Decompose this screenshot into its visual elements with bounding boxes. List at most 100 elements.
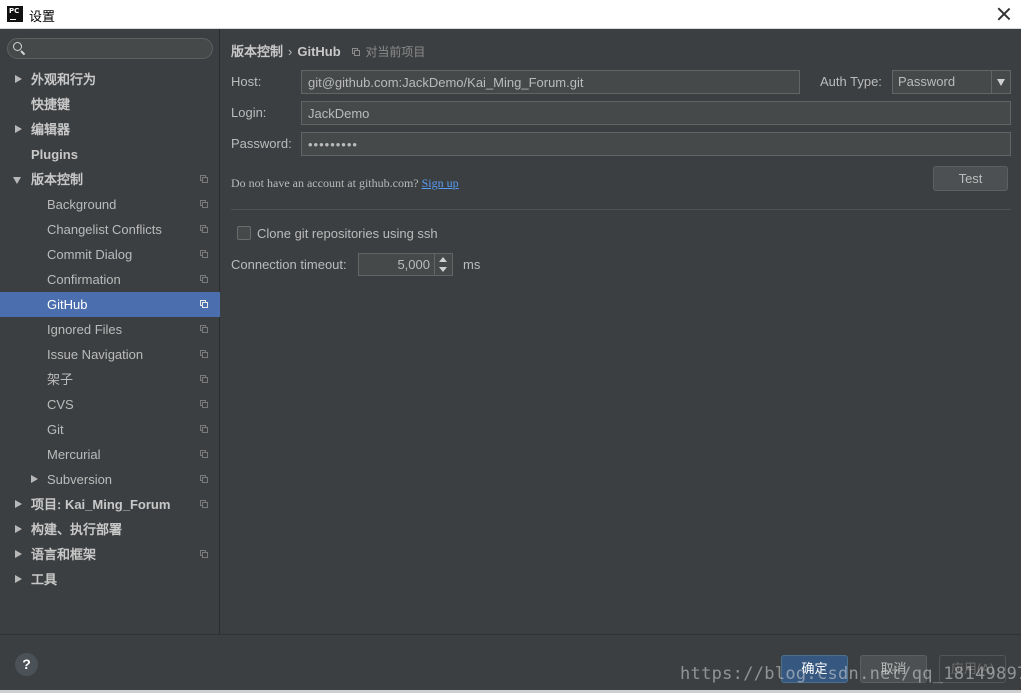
connection-timeout-value[interactable]: 5,000 bbox=[397, 254, 430, 275]
sidebar-item-label: Ignored Files bbox=[47, 322, 123, 337]
timeout-unit-label: ms bbox=[463, 257, 481, 272]
sidebar-item-label: Git bbox=[47, 422, 64, 437]
sidebar-item-label: 外观和行为 bbox=[31, 72, 97, 87]
collapse-arrow-icon[interactable] bbox=[13, 492, 23, 517]
project-scope-icon bbox=[352, 48, 361, 57]
project-scope-icon bbox=[200, 500, 209, 509]
sidebar-item-label: GitHub bbox=[47, 297, 88, 312]
increment-arrow-icon[interactable] bbox=[435, 254, 452, 264]
no-account-text: Do not have an account at github.com? bbox=[231, 176, 419, 190]
test-button[interactable]: Test bbox=[933, 166, 1008, 191]
project-scope-icon bbox=[200, 350, 209, 359]
sidebar-item-label: Mercurial bbox=[47, 447, 101, 462]
settings-tree: 外观和行为快捷键编辑器 Plugins 版本控制 Background Changeli… bbox=[0, 67, 220, 592]
sidebar-item-label: Issue Navigation bbox=[47, 347, 144, 362]
search-box bbox=[7, 38, 213, 59]
sidebar-item[interactable]: 编辑器 bbox=[0, 117, 220, 142]
sidebar-item[interactable]: Commit Dialog bbox=[0, 242, 220, 267]
sidebar-item-label: 版本控制 bbox=[31, 172, 84, 187]
breadcrumb: 版本控制 › GitHub 对当前项目 bbox=[231, 41, 425, 60]
breadcrumb-parent[interactable]: 版本控制 bbox=[231, 44, 283, 59]
project-scope-icon bbox=[200, 375, 209, 384]
collapse-arrow-icon[interactable] bbox=[13, 567, 23, 592]
password-input[interactable] bbox=[301, 132, 1011, 156]
sidebar-item-label: 语言和框架 bbox=[31, 547, 97, 562]
title-bar: PC 设置 bbox=[0, 0, 1021, 29]
password-label: Password: bbox=[231, 136, 292, 151]
chevron-down-icon[interactable] bbox=[991, 71, 1010, 93]
project-scope-icon bbox=[200, 400, 209, 409]
collapse-arrow-icon[interactable] bbox=[13, 67, 23, 92]
sidebar-item[interactable]: Background bbox=[0, 192, 220, 217]
connection-timeout-label: Connection timeout: bbox=[231, 257, 347, 272]
sidebar-item[interactable]: Confirmation bbox=[0, 267, 220, 292]
spinner-buttons bbox=[434, 254, 452, 275]
sidebar-item[interactable]: 工具 bbox=[0, 567, 220, 592]
host-input[interactable] bbox=[301, 70, 800, 94]
help-button[interactable]: ? bbox=[15, 653, 38, 676]
login-input[interactable] bbox=[301, 101, 1011, 125]
search-input[interactable] bbox=[32, 41, 208, 57]
settings-sidebar: 外观和行为快捷键编辑器 Plugins 版本控制 Background Changeli… bbox=[0, 29, 220, 634]
project-scope-icon bbox=[200, 475, 209, 484]
sidebar-item[interactable]: 项目: Kai_Ming_Forum bbox=[0, 492, 220, 517]
no-account-hint: Do not have an account at github.com? Si… bbox=[231, 176, 459, 191]
connection-timeout-spinner[interactable]: 5,000 bbox=[358, 253, 453, 276]
clone-ssh-label[interactable]: Clone git repositories using ssh bbox=[257, 226, 438, 241]
sidebar-item[interactable]: 架子 bbox=[0, 367, 220, 392]
auth-type-label: Auth Type: bbox=[820, 74, 882, 89]
project-scope-icon bbox=[200, 325, 209, 334]
pycharm-logo-icon: PC bbox=[7, 6, 23, 22]
host-label: Host: bbox=[231, 74, 262, 89]
sidebar-item-label: CVS bbox=[47, 397, 74, 412]
sidebar-item[interactable]: 版本控制 bbox=[0, 167, 220, 192]
sidebar-item[interactable]: Git bbox=[0, 417, 220, 442]
separator bbox=[231, 209, 1011, 210]
window-title: 设置 bbox=[29, 9, 56, 24]
collapse-arrow-icon[interactable] bbox=[29, 467, 39, 492]
project-scope-icon bbox=[200, 250, 209, 259]
project-scope-icon bbox=[200, 300, 209, 309]
project-scope-icon bbox=[200, 175, 209, 184]
project-scope-icon bbox=[200, 450, 209, 459]
sidebar-item[interactable]: Mercurial bbox=[0, 442, 220, 467]
search-icon bbox=[13, 42, 27, 56]
expand-arrow-icon[interactable] bbox=[13, 167, 23, 192]
decrement-arrow-icon[interactable] bbox=[435, 265, 452, 275]
login-label: Login: bbox=[231, 105, 267, 120]
sidebar-item[interactable]: 外观和行为 bbox=[0, 67, 220, 92]
sidebar-item[interactable]: Ignored Files bbox=[0, 317, 220, 342]
sidebar-item-label: 构建、执行部署 bbox=[31, 522, 123, 537]
sidebar-item-label: Confirmation bbox=[47, 272, 121, 287]
breadcrumb-current: GitHub bbox=[297, 44, 341, 59]
project-scope-icon bbox=[200, 200, 209, 209]
clone-ssh-checkbox[interactable] bbox=[237, 226, 251, 240]
project-scope-icon bbox=[200, 275, 209, 284]
sidebar-item-label: Commit Dialog bbox=[47, 247, 133, 262]
sidebar-item[interactable]: Plugins bbox=[0, 142, 220, 167]
sidebar-item-label: 编辑器 bbox=[31, 122, 71, 137]
auth-type-value: Password bbox=[898, 74, 956, 89]
sidebar-item-label: Background bbox=[47, 197, 117, 212]
project-scope-icon bbox=[200, 425, 209, 434]
collapse-arrow-icon[interactable] bbox=[13, 117, 23, 142]
sidebar-item[interactable]: 构建、执行部署 bbox=[0, 517, 220, 542]
sidebar-item-label: Subversion bbox=[47, 472, 113, 487]
watermark: https://blog.csdn.net/qq_18149897 bbox=[680, 664, 1021, 684]
collapse-arrow-icon[interactable] bbox=[13, 517, 23, 542]
sidebar-item[interactable]: Issue Navigation bbox=[0, 342, 220, 367]
auth-type-select[interactable]: Password bbox=[892, 70, 1011, 94]
sign-up-link[interactable]: Sign up bbox=[422, 176, 459, 190]
collapse-arrow-icon[interactable] bbox=[13, 542, 23, 567]
sidebar-item[interactable]: 语言和框架 bbox=[0, 542, 220, 567]
sidebar-item[interactable]: Subversion bbox=[0, 467, 220, 492]
sidebar-item[interactable]: 快捷键 bbox=[0, 92, 220, 117]
close-icon[interactable] bbox=[995, 5, 1013, 23]
sidebar-item[interactable]: CVS bbox=[0, 392, 220, 417]
github-settings-panel: 版本控制 › GitHub 对当前项目 Host: Auth Type: Passw… bbox=[221, 29, 1021, 634]
sidebar-item[interactable]: Changelist Conflicts bbox=[0, 217, 220, 242]
sidebar-item-label: Plugins bbox=[31, 147, 78, 162]
project-scope-icon bbox=[200, 550, 209, 559]
sidebar-item[interactable]: GitHub bbox=[0, 292, 220, 317]
sidebar-item-label: Changelist Conflicts bbox=[47, 222, 162, 237]
